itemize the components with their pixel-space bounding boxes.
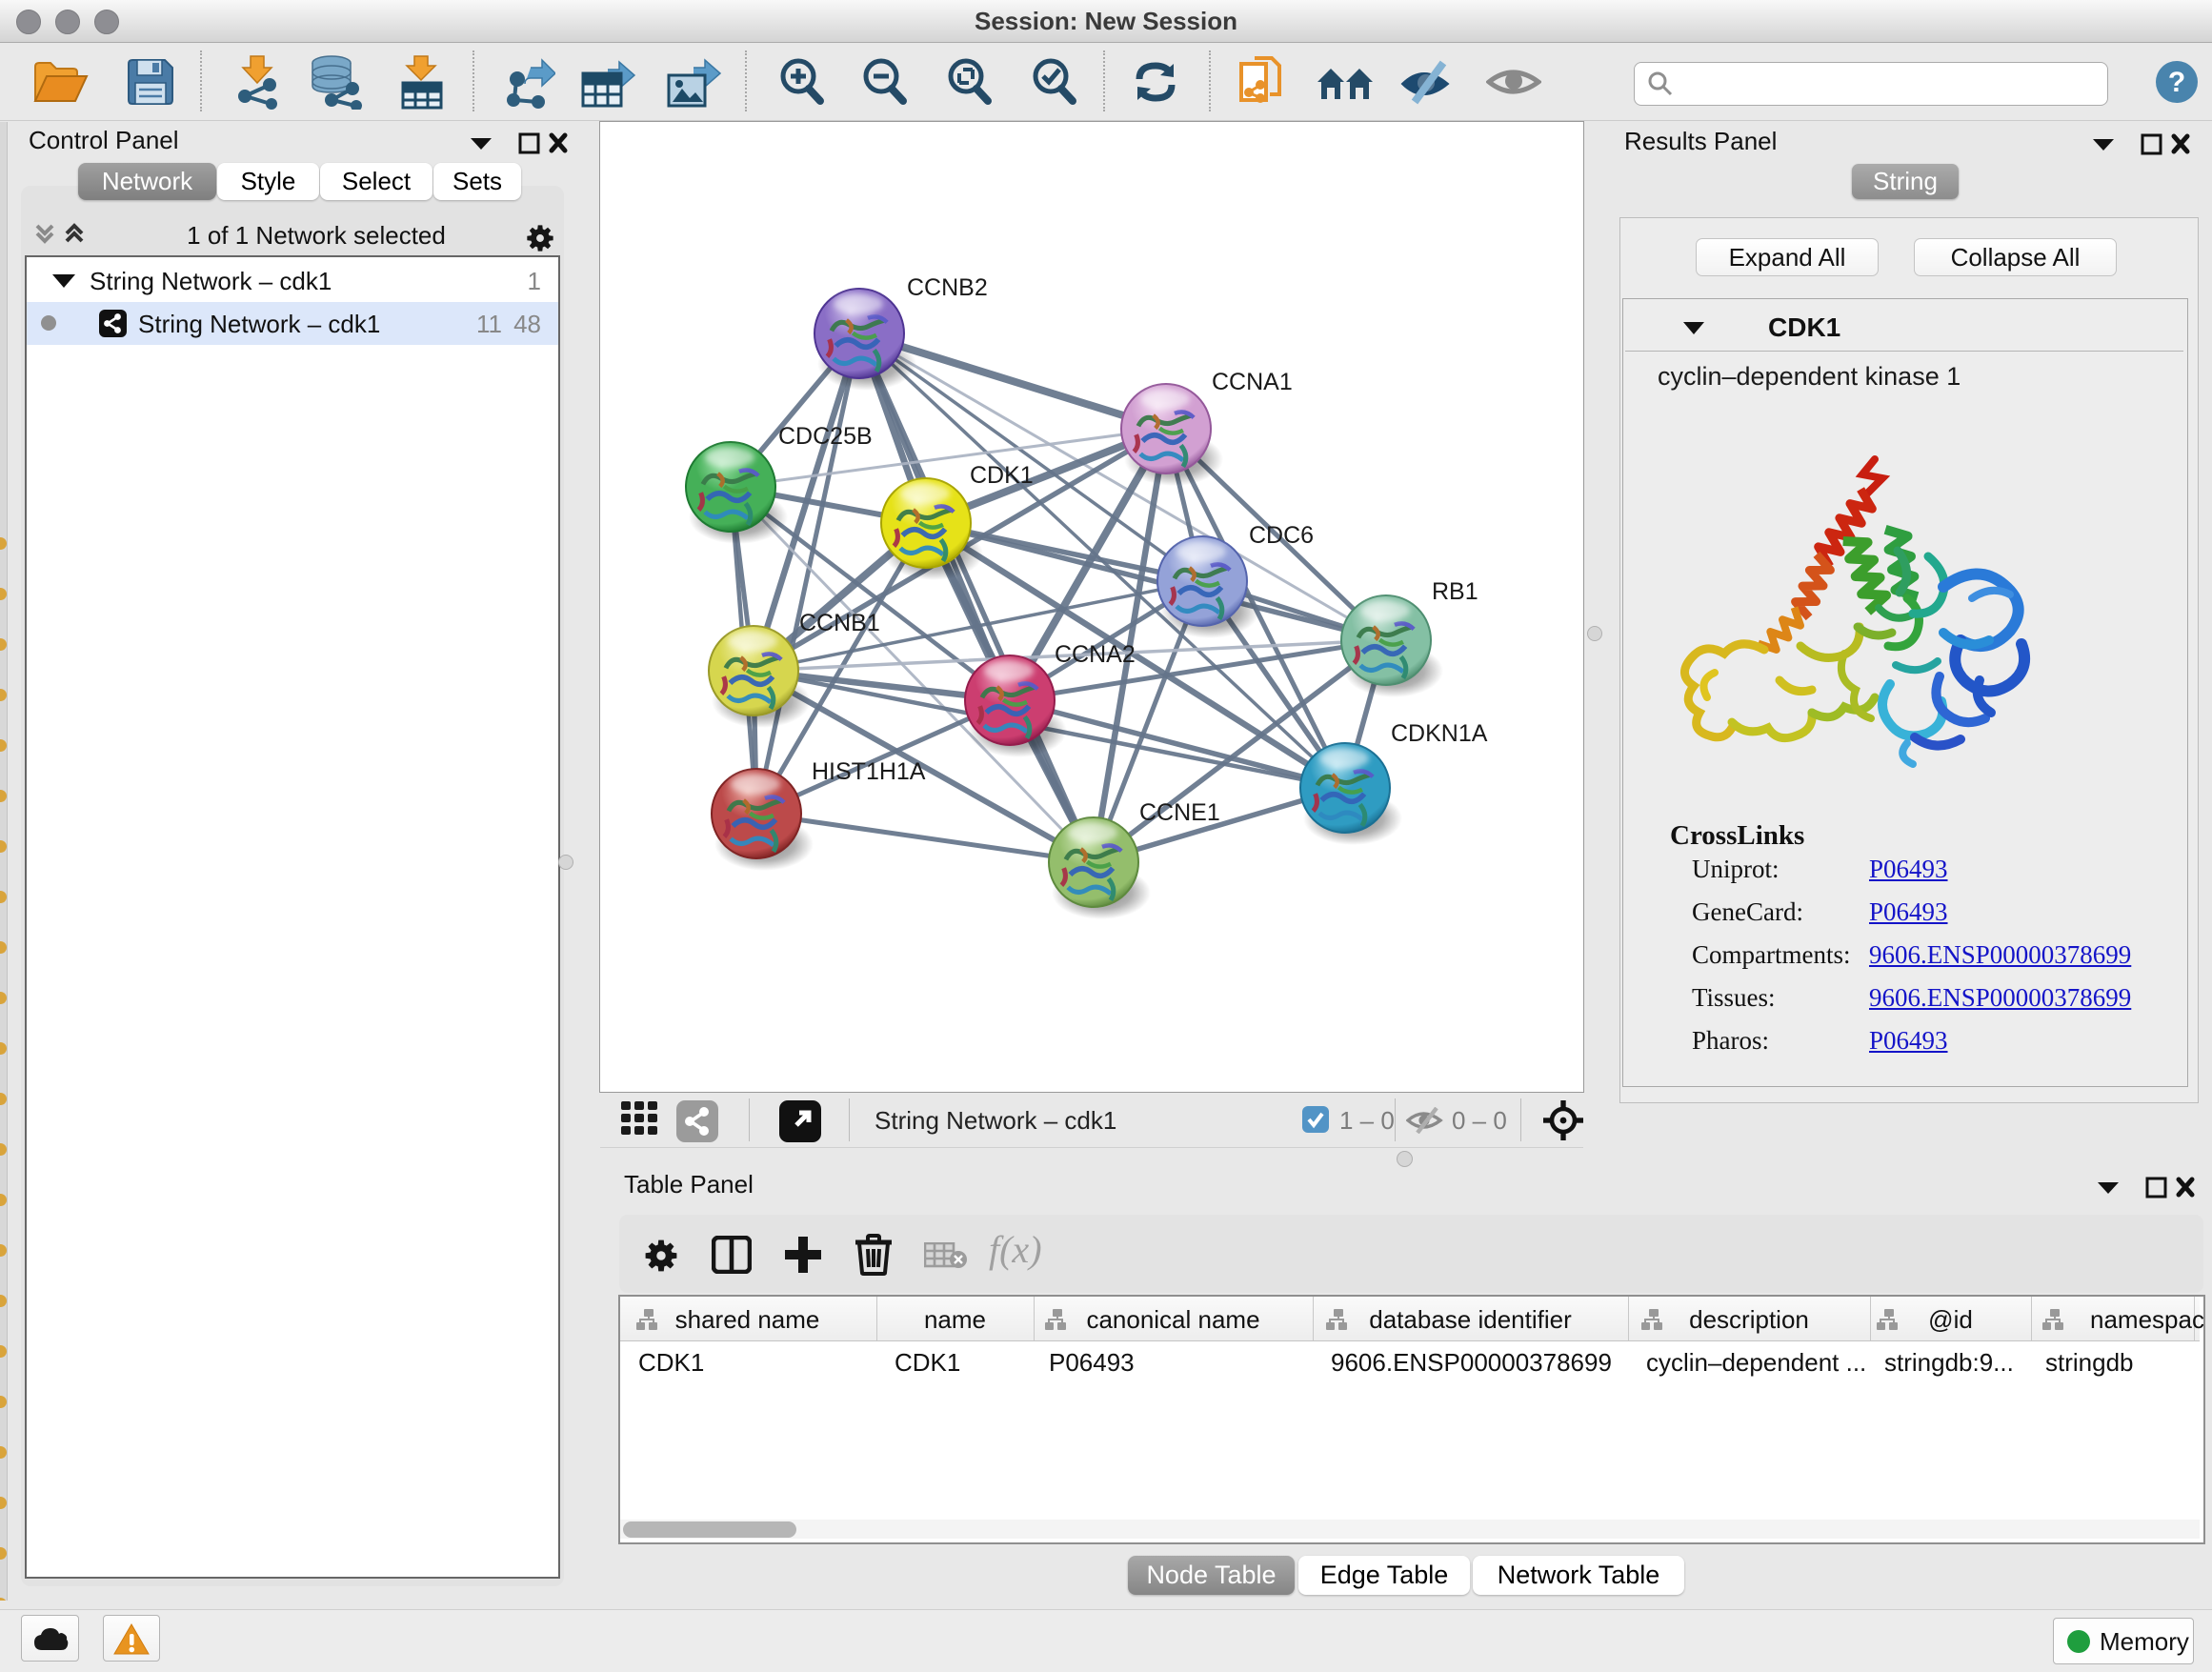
svg-text:?: ? (2168, 67, 2185, 98)
svg-text:CCNA1: CCNA1 (1212, 369, 1293, 395)
svg-text:RB1: RB1 (1432, 578, 1478, 605)
svg-text:CDC6: CDC6 (1249, 522, 1314, 549)
svg-text:CCNA2: CCNA2 (1055, 641, 1136, 668)
svg-text:CDC25B: CDC25B (778, 423, 873, 450)
svg-text:CCNB1: CCNB1 (799, 610, 880, 636)
svg-text:CCNE1: CCNE1 (1139, 799, 1220, 826)
svg-text:CDK1: CDK1 (970, 462, 1034, 489)
svg-text:CCNB2: CCNB2 (907, 274, 988, 301)
svg-text:HIST1H1A: HIST1H1A (812, 758, 926, 785)
svg-text:CDKN1A: CDKN1A (1391, 720, 1488, 747)
